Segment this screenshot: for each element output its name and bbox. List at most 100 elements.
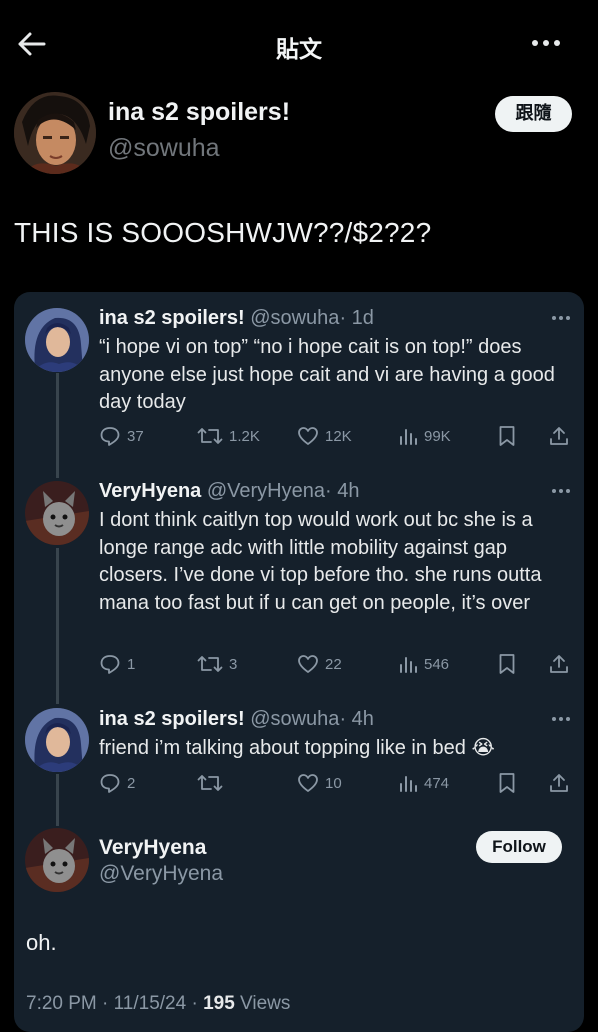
views-count: 195 bbox=[203, 993, 235, 1014]
views-button[interactable]: 99K bbox=[398, 421, 451, 451]
more-dot bbox=[559, 316, 563, 320]
repost-button[interactable]: 1.2K bbox=[197, 421, 260, 451]
like-count: 10 bbox=[325, 774, 342, 792]
share-icon bbox=[550, 774, 568, 792]
tweet-more-button[interactable] bbox=[552, 489, 570, 493]
post-meta: 7:20 PM · 11/15/24 · 195 Views bbox=[26, 993, 290, 1015]
follow-button[interactable]: 跟隨 bbox=[495, 96, 572, 132]
more-dot bbox=[566, 717, 570, 721]
tweet-handle[interactable]: @sowuha bbox=[250, 307, 339, 329]
more-dot bbox=[559, 489, 563, 493]
more-dot bbox=[543, 40, 549, 46]
reply-icon bbox=[100, 774, 120, 793]
author-avatar[interactable] bbox=[14, 92, 96, 174]
tweet-text: “i hope vi on top” “no i hope cait is on… bbox=[99, 336, 555, 413]
like-count: 22 bbox=[325, 655, 342, 673]
reply-button[interactable]: 1 bbox=[99, 649, 135, 679]
more-horizontal-icon bbox=[552, 717, 556, 721]
avatar[interactable] bbox=[25, 481, 89, 545]
tweet-author-name[interactable]: VeryHyena bbox=[99, 480, 201, 502]
bookmark-icon bbox=[499, 654, 515, 674]
reply-icon bbox=[100, 655, 120, 674]
more-dot bbox=[554, 40, 560, 46]
share-button[interactable] bbox=[548, 649, 570, 679]
reply-author-handle[interactable]: @VeryHyena bbox=[99, 862, 223, 886]
tweet-header: ina s2 spoilers! @sowuha· 4h bbox=[99, 708, 374, 731]
heart-icon bbox=[298, 427, 318, 445]
reply-button[interactable]: 2 bbox=[99, 768, 135, 798]
heart-icon bbox=[298, 655, 318, 673]
reply-count: 37 bbox=[127, 427, 144, 445]
tweet-author-name[interactable]: ina s2 spoilers! bbox=[99, 708, 245, 730]
tweet-text: I dont think caitlyn top would work out … bbox=[99, 509, 542, 614]
bookmark-icon bbox=[499, 426, 515, 446]
repost-button[interactable]: 3 bbox=[197, 649, 237, 679]
tweet-time[interactable]: · 4h bbox=[325, 480, 359, 502]
views-count: 99K bbox=[424, 427, 451, 445]
tweet-handle[interactable]: @VeryHyena bbox=[207, 480, 325, 502]
like-count: 12K bbox=[325, 427, 352, 445]
bookmark-button[interactable] bbox=[497, 421, 517, 451]
tweet-header: ina s2 spoilers! @sowuha· 1d bbox=[99, 307, 374, 330]
thread-connector bbox=[56, 548, 59, 704]
bar-chart-icon bbox=[400, 429, 417, 445]
author-handle[interactable]: @sowuha bbox=[108, 134, 220, 163]
repost-button[interactable] bbox=[197, 768, 229, 798]
more-horizontal-icon bbox=[532, 40, 538, 46]
avatar[interactable] bbox=[25, 828, 89, 892]
tweet-author-name[interactable]: ina s2 spoilers! bbox=[99, 307, 245, 329]
share-button[interactable] bbox=[548, 768, 570, 798]
repost-icon bbox=[197, 428, 223, 444]
follow-button[interactable]: Follow bbox=[476, 831, 562, 863]
heart-icon bbox=[298, 774, 318, 792]
timestamp[interactable]: 7:20 PM · 11/15/24 · bbox=[26, 993, 203, 1014]
share-icon bbox=[550, 655, 568, 673]
tweet-actions: 1 3 22 546 bbox=[99, 649, 571, 679]
views-button[interactable]: 546 bbox=[398, 649, 449, 679]
more-dot bbox=[566, 316, 570, 320]
repost-count: 1.2K bbox=[229, 427, 260, 445]
repost-count: 3 bbox=[229, 655, 238, 673]
more-options-button[interactable] bbox=[532, 40, 560, 46]
repost-icon bbox=[197, 775, 223, 791]
avatar[interactable] bbox=[25, 308, 89, 372]
reply-icon bbox=[100, 427, 120, 446]
like-button[interactable]: 10 bbox=[297, 768, 342, 798]
tweet-header: VeryHyena @VeryHyena· 4h bbox=[99, 480, 359, 503]
avatar[interactable] bbox=[25, 708, 89, 772]
more-horizontal-icon bbox=[552, 316, 556, 320]
tweet-handle[interactable]: @sowuha bbox=[250, 708, 339, 730]
views-count: 474 bbox=[424, 774, 450, 792]
tweet-actions: 37 1.2K 12K 99K bbox=[99, 421, 571, 451]
tweet-time[interactable]: · 1d bbox=[339, 307, 373, 329]
reply-count: 2 bbox=[127, 774, 136, 792]
repost-icon bbox=[197, 656, 223, 672]
tweet-more-button[interactable] bbox=[552, 316, 570, 320]
post-text: THIS IS SOOOSHWJW??/$2?2? bbox=[14, 217, 432, 248]
top-bar: 貼文 bbox=[0, 0, 598, 80]
like-button[interactable]: 12K bbox=[297, 421, 352, 451]
reply-text: oh. bbox=[26, 930, 57, 955]
tweet-time[interactable]: · 4h bbox=[339, 708, 373, 730]
bar-chart-icon bbox=[400, 776, 417, 792]
bookmark-button[interactable] bbox=[497, 649, 517, 679]
share-button[interactable] bbox=[548, 421, 570, 451]
share-icon bbox=[550, 427, 568, 445]
bookmark-button[interactable] bbox=[497, 768, 517, 798]
more-horizontal-icon bbox=[552, 489, 556, 493]
tweet-actions: 2 10 474 bbox=[99, 768, 571, 798]
bar-chart-icon bbox=[400, 657, 417, 673]
like-button[interactable]: 22 bbox=[297, 649, 342, 679]
views-button[interactable]: 474 bbox=[398, 768, 449, 798]
reply-count: 1 bbox=[127, 655, 136, 673]
reply-button[interactable]: 37 bbox=[99, 421, 144, 451]
author-name[interactable]: ina s2 spoilers! bbox=[108, 98, 290, 127]
tweet-more-button[interactable] bbox=[552, 717, 570, 721]
bookmark-icon bbox=[499, 773, 515, 793]
reply-author-name[interactable]: VeryHyena bbox=[99, 836, 206, 860]
more-dot bbox=[566, 489, 570, 493]
tweet-text: friend i’m talking about topping like in… bbox=[99, 737, 495, 759]
views-label: Views bbox=[234, 993, 291, 1014]
avatar-image bbox=[14, 92, 96, 174]
thread-connector bbox=[56, 373, 59, 478]
